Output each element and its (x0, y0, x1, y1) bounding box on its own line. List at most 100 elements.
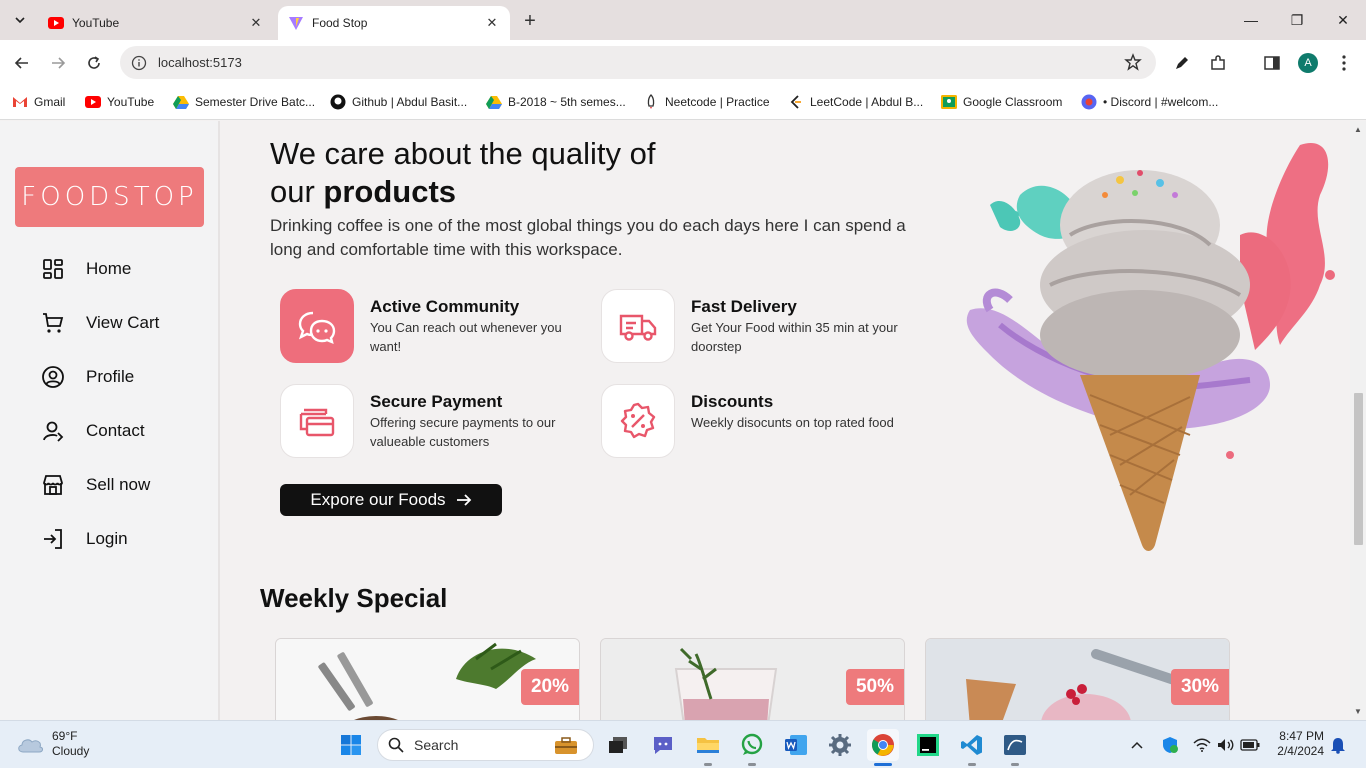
taskbar-app-mysql-workbench[interactable] (999, 729, 1031, 761)
new-tab-button[interactable]: + (518, 9, 542, 33)
sidebar-item-sell-now[interactable]: Sell now (40, 470, 150, 500)
sidebar-item-label: Login (86, 529, 128, 548)
os-taskbar: 69°F Cloudy Search 8:47 PM 2/4/2024 (0, 720, 1366, 768)
extension-pen-icon[interactable] (1170, 51, 1194, 75)
wifi-tray-icon[interactable] (1192, 735, 1212, 755)
taskbar-search[interactable]: Search (377, 729, 594, 761)
bookmark-google-classroom[interactable]: Google Classroom (941, 92, 1062, 112)
minimize-button[interactable]: — (1236, 8, 1266, 32)
tab-search-button[interactable] (8, 8, 32, 32)
feature-desc: Get Your Food within 35 min at your door… (691, 320, 898, 354)
rocket-icon (643, 94, 659, 110)
feature-desc: You Can reach out whenever you want! (370, 320, 562, 354)
foodstop-logo[interactable]: FOODSTOP (15, 167, 204, 227)
side-panel-icon[interactable] (1260, 51, 1284, 75)
explore-foods-button[interactable]: Expore our Foods (280, 484, 502, 516)
bookmark-label: YouTube (107, 95, 155, 109)
bookmark-star-icon[interactable] (1124, 53, 1142, 76)
page-scrollbar[interactable]: ▲ ▼ (1350, 121, 1366, 720)
sidebar-item-home[interactable]: Home (40, 254, 131, 284)
bookmark-discord[interactable]: • Discord | #welcom... (1081, 92, 1218, 112)
browser-menu-icon[interactable] (1332, 51, 1356, 75)
taskbar-app-chrome[interactable] (867, 729, 899, 761)
sidebar-item-login[interactable]: Login (40, 524, 128, 554)
feature-title: Discounts (691, 392, 774, 411)
hero-lead-text: Drinking coffee is one of the most globa… (270, 216, 906, 259)
feature-icon-box (280, 289, 354, 363)
whatsapp-icon (741, 733, 763, 755)
profile-avatar[interactable]: A (1298, 53, 1318, 73)
chevron-down-icon (15, 17, 25, 24)
show-hidden-icons-button[interactable] (1127, 735, 1147, 755)
bookmark-github[interactable]: Github | Abdul Basit... (330, 92, 467, 112)
tab-title: YouTube (72, 16, 120, 30)
sidebar-item-contact[interactable]: Contact (40, 416, 145, 446)
hero-headline: We care about the quality of our product… (270, 135, 655, 211)
bookmark-b2018[interactable]: B-2018 ~ 5th semes... (486, 92, 626, 112)
system-clock[interactable]: 8:47 PM 2/4/2024 (1272, 729, 1324, 759)
truck-icon (619, 314, 657, 341)
site-info-icon[interactable] (130, 54, 148, 72)
taskbar-app-pycharm[interactable] (912, 729, 944, 761)
tab-title: Food Stop (312, 16, 368, 30)
sidebar-item-label: Contact (86, 421, 145, 440)
feature-desc: Offering secure payments to our valueabl… (370, 415, 556, 449)
restore-button[interactable]: ❐ (1282, 8, 1312, 32)
bookmark-neetcode[interactable]: Neetcode | Practice (643, 92, 770, 112)
taskbar-app-vscode[interactable] (956, 729, 988, 761)
taskbar-app-settings[interactable] (824, 729, 856, 761)
bookmark-leetcode[interactable]: LeetCode | Abdul B... (788, 92, 923, 112)
folder-icon (697, 738, 719, 753)
sidebar-item-label: View Cart (86, 313, 160, 332)
task-view-button[interactable] (602, 729, 634, 761)
page-viewport: FOODSTOP Home View Cart Profile Contact (0, 121, 1366, 720)
sidebar-item-profile[interactable]: Profile (40, 362, 134, 392)
reload-button[interactable] (82, 51, 106, 75)
shop-icon (40, 472, 66, 498)
security-tray-icon[interactable] (1160, 735, 1180, 755)
weather-widget[interactable]: 69°F Cloudy (16, 729, 89, 759)
address-bar[interactable]: localhost:5173 (120, 46, 1156, 79)
reload-icon (88, 56, 100, 69)
contact-icon (40, 418, 66, 444)
close-tab-icon[interactable]: ✕ (484, 15, 500, 31)
bookmark-youtube[interactable]: YouTube (85, 92, 154, 112)
taskbar-app-file-explorer[interactable] (692, 729, 724, 761)
taskbar-app-chat[interactable] (647, 729, 679, 761)
discount-badge: 20% (521, 669, 579, 705)
weekly-card[interactable]: 30% (925, 638, 1230, 720)
sidebar-item-view-cart[interactable]: View Cart (40, 308, 159, 338)
headline-line-1: We care about the quality of (270, 136, 656, 171)
sidebar-item-label: Sell now (86, 475, 151, 494)
scrollbar-thumb[interactable] (1354, 393, 1363, 545)
speaker-icon (1218, 739, 1234, 751)
grid-icon (40, 256, 66, 282)
bookmark-semester-drive[interactable]: Semester Drive Batc... (173, 92, 315, 112)
close-window-button[interactable]: ✕ (1328, 8, 1358, 32)
taskbar-app-word[interactable] (780, 729, 812, 761)
notification-bell[interactable] (1328, 735, 1348, 755)
windows-logo-icon (341, 735, 361, 755)
weekly-card[interactable]: 20% (275, 638, 580, 720)
taskbar-app-whatsapp[interactable] (736, 729, 768, 761)
browser-toolbar: localhost:5173 A (0, 40, 1366, 86)
bookmark-gmail[interactable]: Gmail (12, 92, 65, 112)
tab-youtube[interactable]: YouTube ✕ (38, 6, 274, 40)
volume-tray-icon[interactable] (1216, 735, 1236, 755)
discount-badge: 50% (846, 669, 904, 705)
chrome-icon (872, 734, 894, 756)
tab-food-stop[interactable]: Food Stop ✕ (278, 6, 510, 40)
weekly-card[interactable]: 50% (600, 638, 905, 720)
extensions-puzzle-icon[interactable] (1206, 51, 1230, 75)
scroll-up-icon[interactable]: ▲ (1354, 125, 1362, 134)
close-tab-icon[interactable]: ✕ (248, 15, 264, 31)
scroll-down-icon[interactable]: ▼ (1354, 707, 1362, 716)
forward-arrow-icon (52, 57, 66, 69)
battery-tray-icon[interactable] (1240, 735, 1260, 755)
bookmark-label: Github | Abdul Basit... (352, 95, 468, 109)
search-icon (388, 737, 404, 753)
start-button[interactable] (335, 729, 367, 761)
back-button[interactable] (10, 51, 34, 75)
forward-button[interactable] (46, 51, 70, 75)
feature-fast-delivery: Fast Delivery Get Your Food within 35 mi… (601, 289, 901, 365)
